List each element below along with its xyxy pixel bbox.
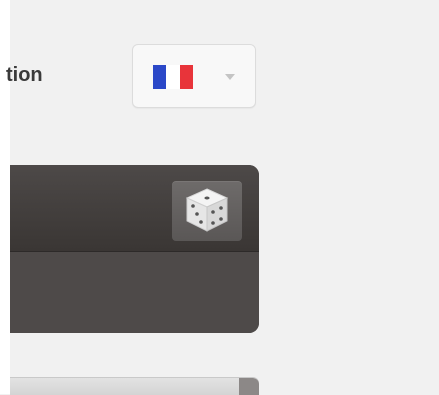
france-flag-icon [153,65,193,89]
dice-icon [185,188,229,232]
panel-body [10,252,259,333]
language-select[interactable] [132,44,256,108]
random-dice-button[interactable] [172,181,242,241]
chevron-down-icon [225,74,235,80]
panel-header [10,165,259,252]
bottom-input-bar[interactable] [10,377,259,395]
flag-stripe-blue [153,65,167,89]
bottom-bar-handle[interactable] [239,378,259,395]
flag-stripe-white [166,65,180,89]
section-title: tion [6,64,43,86]
flag-stripe-red [179,65,193,89]
dark-panel [10,165,259,333]
